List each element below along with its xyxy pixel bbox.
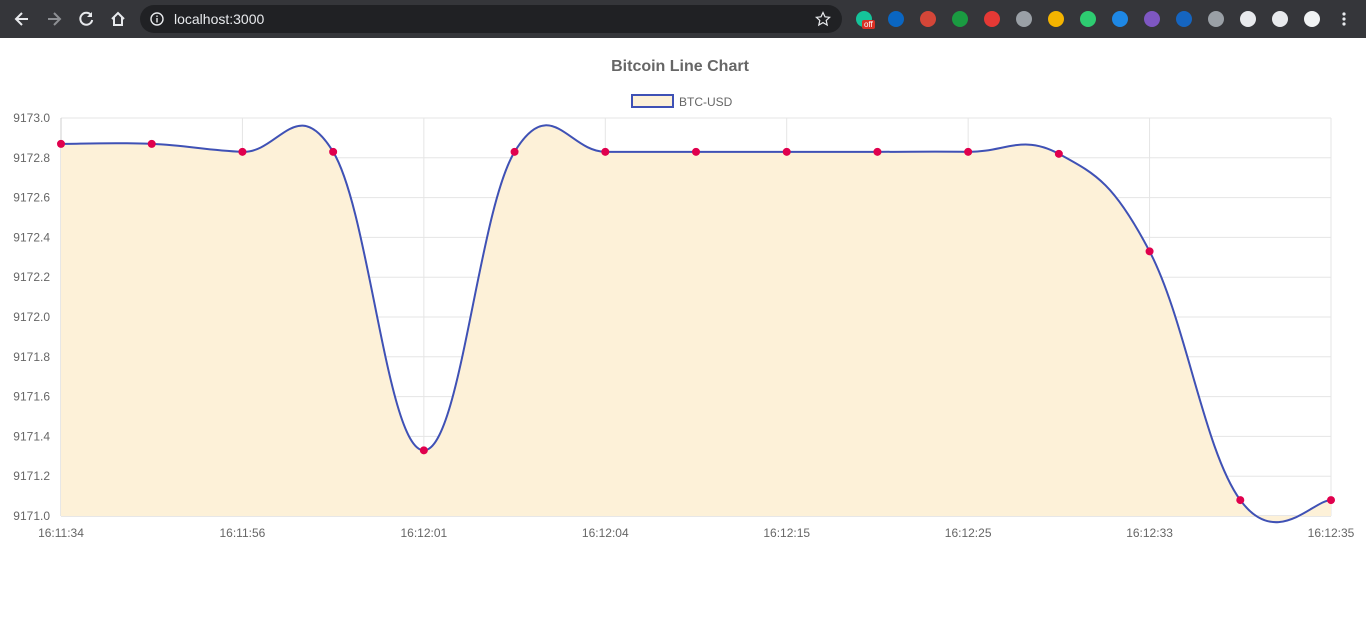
profile-avatar[interactable] xyxy=(1302,9,1322,29)
back-button[interactable] xyxy=(10,7,34,31)
home-icon xyxy=(111,11,125,26)
y-tick-label: 9171.4 xyxy=(13,429,50,443)
data-point[interactable] xyxy=(601,147,610,156)
x-tick-label: 16:12:33 xyxy=(1126,526,1173,540)
color-extension-icon[interactable] xyxy=(1046,9,1066,29)
data-point[interactable] xyxy=(57,139,65,148)
address-bar[interactable]: localhost:3000 xyxy=(140,5,842,33)
cube-icon[interactable] xyxy=(1110,9,1130,29)
info-icon[interactable] xyxy=(150,12,164,26)
chart-title: Bitcoin Line Chart xyxy=(611,58,749,75)
media-control-icon[interactable] xyxy=(1270,9,1290,29)
green-extension-icon[interactable] xyxy=(1078,9,1098,29)
y-tick-label: 9171.0 xyxy=(13,509,50,523)
x-tick-label: 16:11:56 xyxy=(220,526,266,540)
home-button[interactable] xyxy=(106,7,130,31)
line-chart: 9171.0 9171.2 9171.4 9171.6 9171.8 9172.0 9172… xyxy=(13,58,1355,540)
x-tick-label: 16:12:01 xyxy=(400,526,447,540)
y-tick-label: 9171.2 xyxy=(13,469,50,483)
data-point[interactable] xyxy=(1145,247,1154,256)
y-tick-label: 9171.6 xyxy=(13,390,50,404)
data-point[interactable] xyxy=(782,147,791,156)
red-extension-icon[interactable] xyxy=(918,9,938,29)
data-point[interactable] xyxy=(1327,496,1335,505)
data-point[interactable] xyxy=(147,139,156,148)
data-point[interactable] xyxy=(238,147,247,156)
target-icon[interactable] xyxy=(1014,9,1034,29)
data-point[interactable] xyxy=(419,446,428,455)
data-point[interactable] xyxy=(692,147,700,156)
extensions-puzzle-icon[interactable] xyxy=(1238,9,1258,29)
browser-toolbar: localhost:3000 off xyxy=(0,0,1366,38)
data-point[interactable] xyxy=(1054,149,1063,158)
legend-label[interactable]: BTC-USD xyxy=(679,95,733,109)
x-tick-label: 16:12:25 xyxy=(945,526,992,540)
grey-circle-icon[interactable] xyxy=(1206,9,1226,29)
page-content: 9171.0 9171.2 9171.4 9171.6 9171.8 9172.0 9172… xyxy=(0,38,1366,627)
purple-extension-icon[interactable] xyxy=(1142,9,1162,29)
y-tick-label: 9172.6 xyxy=(13,191,50,205)
data-point[interactable] xyxy=(964,147,973,156)
reload-icon xyxy=(79,11,94,26)
y-tick-label: 9173.0 xyxy=(13,111,50,125)
x-tick-label: 16:12:35 xyxy=(1308,526,1355,540)
data-point[interactable] xyxy=(873,147,882,156)
blocked-icon[interactable] xyxy=(982,9,1002,29)
legend-swatch[interactable] xyxy=(631,94,674,108)
linkedin-icon[interactable] xyxy=(886,9,906,29)
y-tick-label: 9171.8 xyxy=(13,350,50,364)
grammarly-icon[interactable]: off xyxy=(854,9,875,29)
x-tick-label: 16:12:15 xyxy=(763,526,810,540)
reload-button[interactable] xyxy=(74,7,98,31)
x-tick-label: 16:12:04 xyxy=(582,526,629,540)
legend[interactable]: BTC-USD xyxy=(631,94,733,109)
extension-badge: off xyxy=(862,20,875,29)
y-tick-label: 9172.0 xyxy=(13,310,50,324)
series-area-fill xyxy=(61,125,1331,523)
forward-icon xyxy=(48,12,62,26)
x-tick-label: 16:11:34 xyxy=(38,526,84,540)
menu-icon[interactable] xyxy=(1334,9,1354,29)
data-point[interactable] xyxy=(1236,496,1245,505)
url-text[interactable]: localhost:3000 xyxy=(174,11,264,27)
data-point[interactable] xyxy=(329,147,338,156)
y-tick-label: 9172.4 xyxy=(13,230,50,244)
data-point[interactable] xyxy=(510,147,519,156)
y-tick-label: 9172.8 xyxy=(13,151,50,165)
triangle-icon[interactable] xyxy=(1174,9,1194,29)
utorrent-icon[interactable] xyxy=(950,9,970,29)
back-icon xyxy=(14,12,28,26)
forward-button[interactable] xyxy=(42,7,66,31)
y-tick-label: 9172.2 xyxy=(13,270,50,284)
bookmark-star-icon[interactable] xyxy=(815,11,831,27)
